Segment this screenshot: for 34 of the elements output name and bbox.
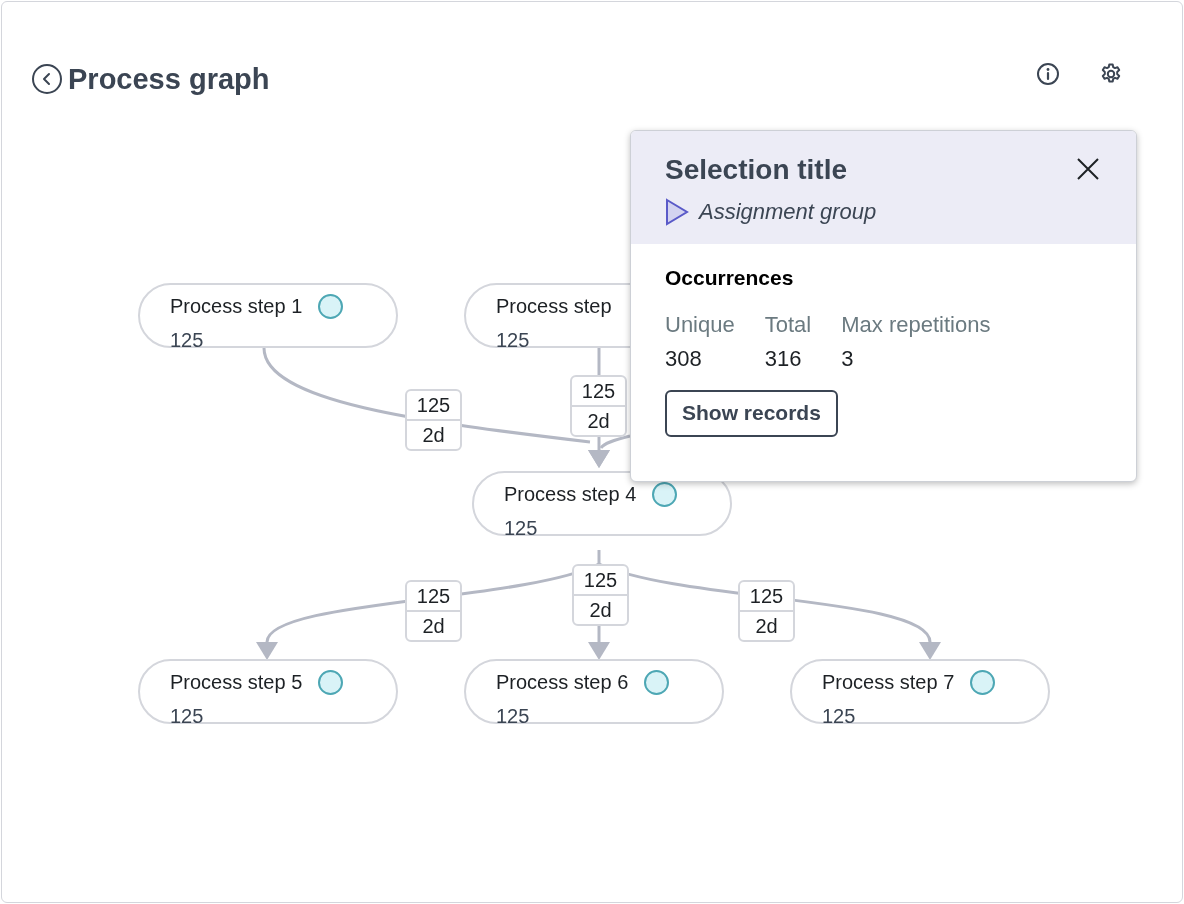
node-title: Process step 6 <box>496 670 629 695</box>
node-title: Process step 7 <box>822 670 955 695</box>
edge-count: 125 <box>749 584 784 609</box>
play-icon <box>665 197 689 226</box>
edge-count: 125 <box>416 584 451 609</box>
settings-icon[interactable] <box>1099 62 1123 86</box>
process-node[interactable]: Process step 6 125 <box>464 659 724 724</box>
node-title: Process step 5 <box>170 670 303 695</box>
show-records-button[interactable]: Show records <box>665 389 838 437</box>
stat-value: 3 <box>841 344 855 373</box>
node-title: Process step 1 <box>170 294 303 319</box>
back-icon[interactable] <box>32 64 62 94</box>
edge-count: 125 <box>581 379 616 404</box>
stat-value: 316 <box>764 344 803 373</box>
popup-title: Selection title <box>665 153 848 187</box>
stat-label: Total <box>764 310 812 339</box>
process-node[interactable]: Process step 5 125 <box>138 659 398 724</box>
edge-count: 125 <box>583 568 618 593</box>
page-title: Process graph <box>68 64 270 94</box>
popup-subtitle: Assignment group <box>699 198 877 226</box>
edge-duration: 2d <box>589 598 612 623</box>
node-title: Process step <box>496 294 612 319</box>
process-node[interactable]: Process step 1 125 <box>138 283 398 348</box>
edge-duration: 2d <box>587 409 610 434</box>
edge-duration: 2d <box>422 423 445 448</box>
info-icon[interactable] <box>1036 62 1060 86</box>
stat-label: Max repetitions <box>841 310 991 339</box>
close-icon[interactable] <box>1076 157 1100 181</box>
edge-duration: 2d <box>755 614 778 639</box>
node-title: Process step 4 <box>504 482 637 507</box>
process-node[interactable]: Process step 7 125 <box>790 659 1050 724</box>
edge-count: 125 <box>416 393 451 418</box>
edge-duration: 2d <box>422 614 445 639</box>
process-node[interactable]: Process step 4 125 <box>472 471 732 536</box>
